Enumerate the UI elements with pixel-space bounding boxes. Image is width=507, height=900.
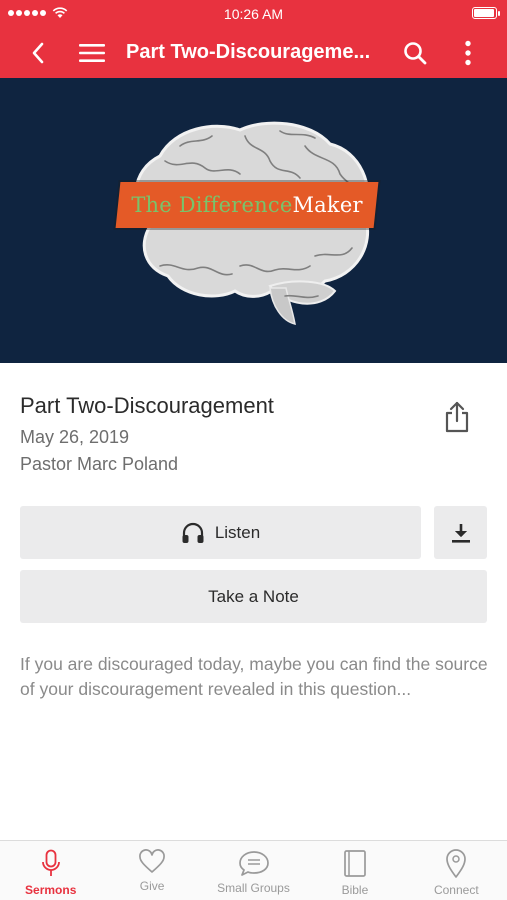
tab-give[interactable]: Give xyxy=(101,841,202,900)
tab-label: Sermons xyxy=(25,883,77,897)
microphone-icon xyxy=(41,849,60,876)
download-icon xyxy=(451,523,470,543)
sermon-description: If you are discouraged today, maybe you … xyxy=(20,654,488,699)
tab-sermons[interactable]: Sermons xyxy=(0,841,101,900)
share-button[interactable] xyxy=(440,398,474,436)
search-icon xyxy=(404,42,427,65)
app-bar: Part Two-Discourageme... xyxy=(0,28,507,78)
share-icon xyxy=(445,401,469,433)
series-title-banner: The DifferenceMaker xyxy=(115,182,379,228)
tab-label: Give xyxy=(139,879,165,893)
headphones-icon xyxy=(182,522,204,543)
sermon-artwork: The DifferenceMaker xyxy=(0,78,507,363)
status-bar: 10:26 AM xyxy=(0,0,507,28)
take-a-note-label: Take a Note xyxy=(208,586,299,606)
heart-icon xyxy=(139,849,165,873)
series-title-part1: The Difference xyxy=(131,193,293,217)
listen-label: Listen xyxy=(214,522,261,542)
bottom-tab-bar: Sermons Give Small Groups Bible Connect xyxy=(0,840,507,900)
menu-button[interactable] xyxy=(72,28,112,78)
listen-button[interactable]: Listen xyxy=(20,506,421,559)
tab-label: Connect xyxy=(433,883,479,897)
take-a-note-button[interactable]: Take a Note xyxy=(20,570,487,623)
sermon-title: Part Two-Discouragement xyxy=(20,393,274,418)
more-options-button[interactable] xyxy=(448,28,488,78)
search-button[interactable] xyxy=(395,28,435,78)
tab-label: Small Groups xyxy=(217,881,290,895)
tab-connect[interactable]: Connect xyxy=(406,841,507,900)
location-pin-icon xyxy=(446,849,467,878)
download-button[interactable] xyxy=(434,506,487,559)
sermon-info: Part Two-Discouragement May 26, 2019 Pas… xyxy=(20,393,440,475)
chat-bubble-icon xyxy=(238,851,269,876)
book-icon xyxy=(344,850,366,877)
hamburger-menu-icon xyxy=(79,44,105,62)
tab-label: Bible xyxy=(341,883,369,897)
series-title-part2: Maker xyxy=(292,193,363,217)
back-button[interactable] xyxy=(18,28,58,78)
sermon-date: May 26, 2019 xyxy=(20,427,130,447)
tab-bible[interactable]: Bible xyxy=(304,841,405,900)
page-title: Part Two-Discourageme... xyxy=(126,41,371,63)
chevron-left-icon xyxy=(32,42,44,64)
status-time: 10:26 AM xyxy=(223,6,284,22)
battery-icon xyxy=(472,7,500,19)
more-vertical-icon xyxy=(465,40,471,66)
tab-small-groups[interactable]: Small Groups xyxy=(203,841,304,900)
sermon-speaker: Pastor Marc Poland xyxy=(20,454,179,474)
